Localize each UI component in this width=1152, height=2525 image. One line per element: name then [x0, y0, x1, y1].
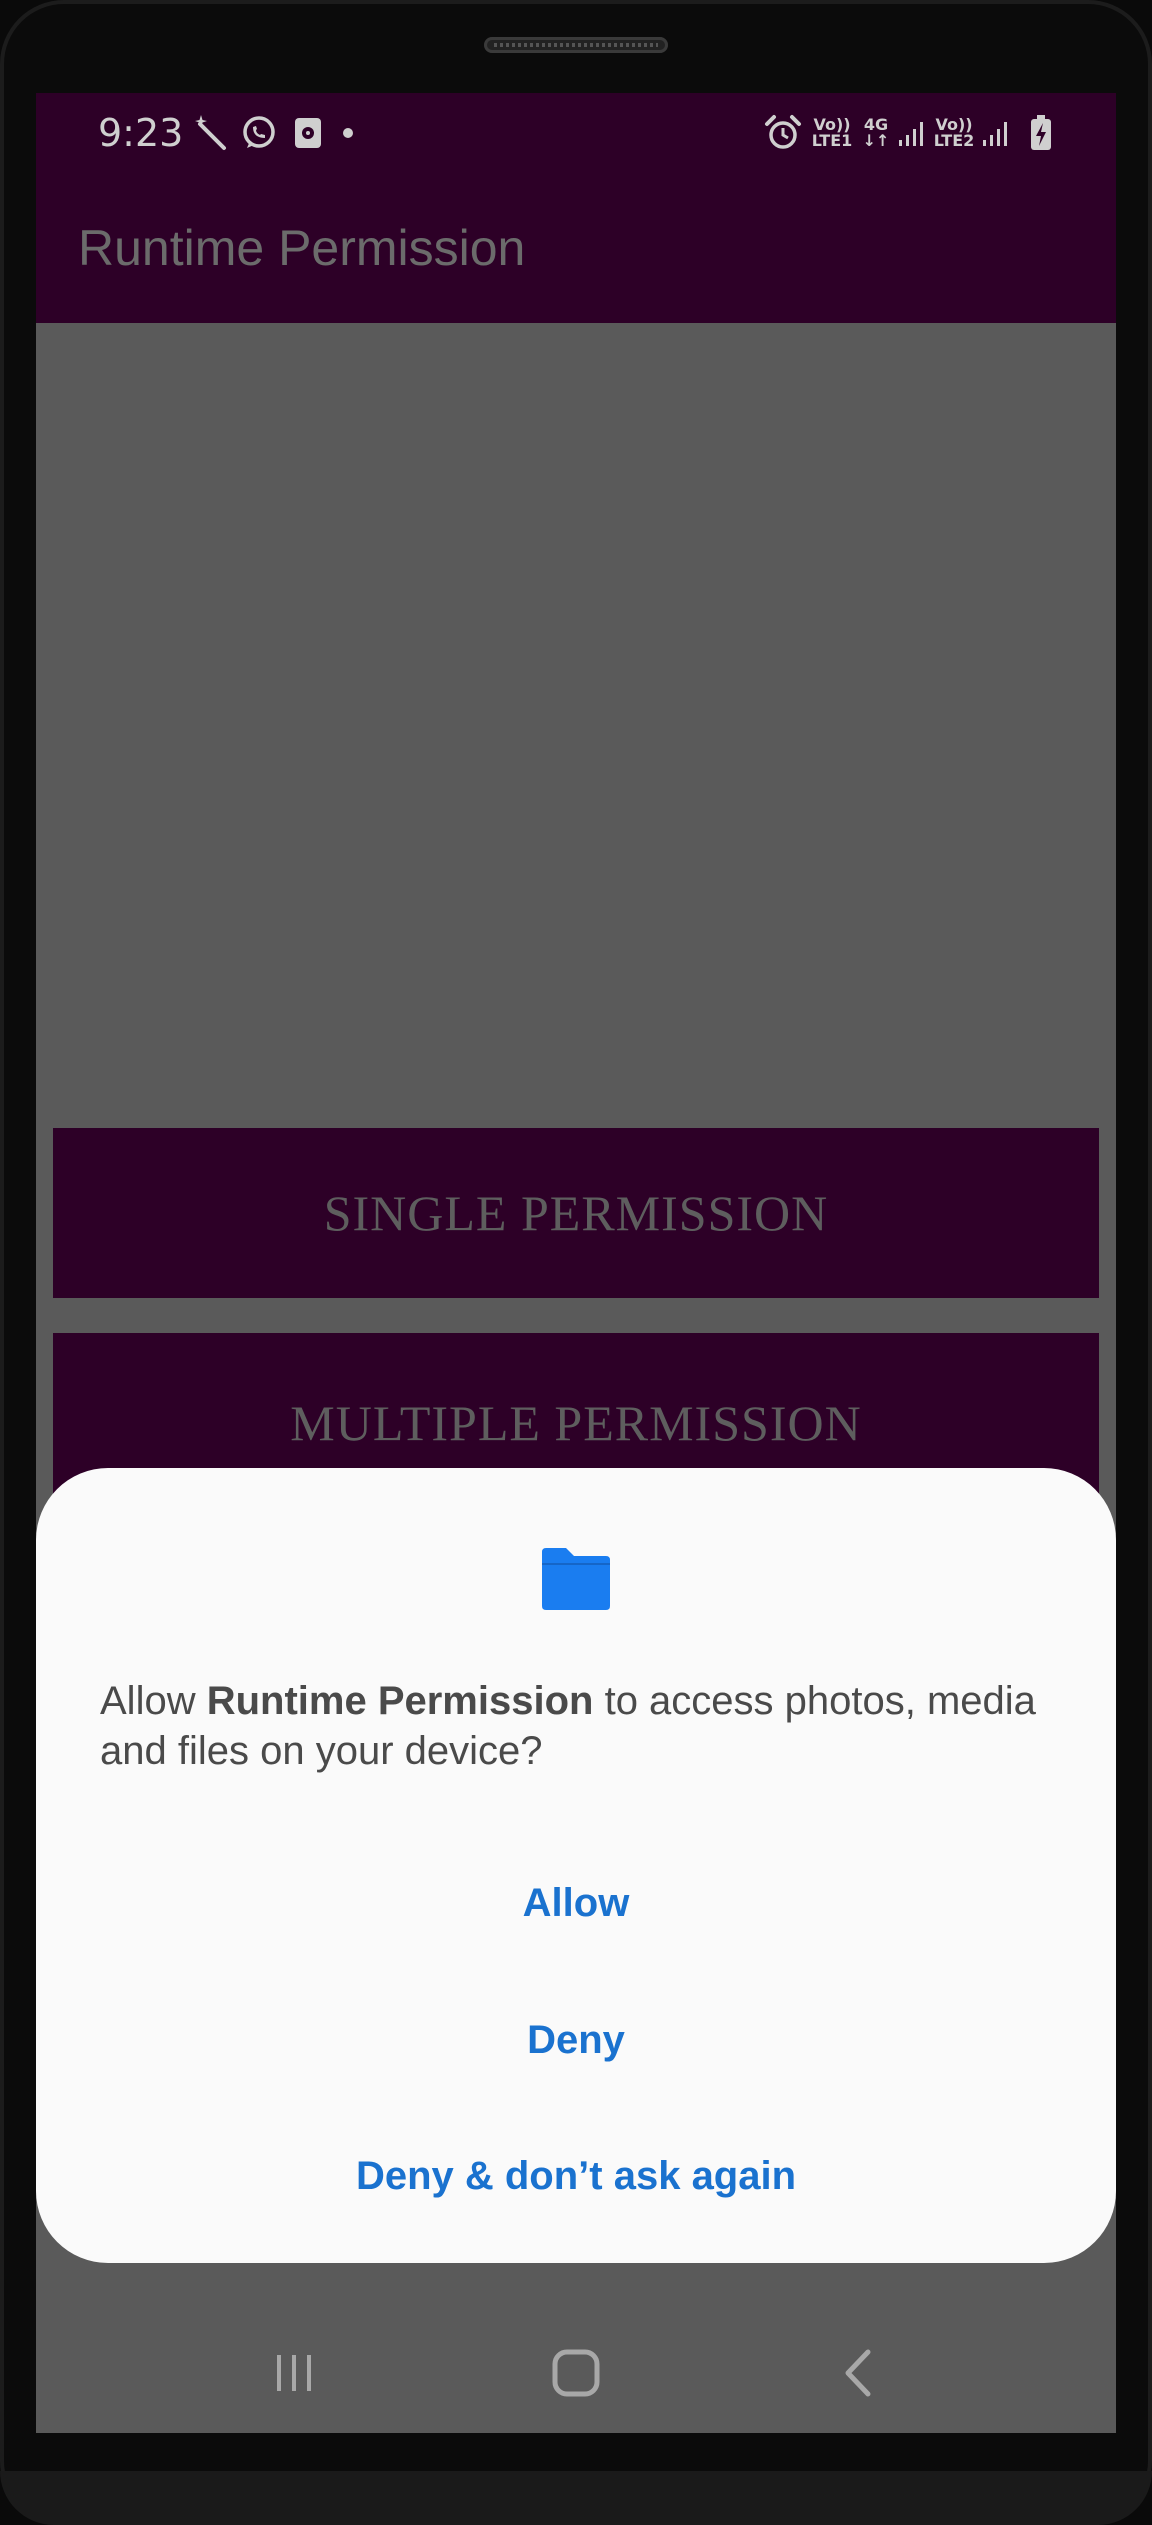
- app-bar: Runtime Permission: [36, 179, 1116, 323]
- deny-dont-ask-again-button[interactable]: Deny & don’t ask again: [36, 2121, 1116, 2231]
- dialog-app-name: Runtime Permission: [206, 1679, 594, 1723]
- dialog-message: Allow Runtime Permission to access photo…: [100, 1676, 1080, 1776]
- allow-button[interactable]: Allow: [36, 1848, 1116, 1958]
- recent-apps-icon[interactable]: [246, 2325, 342, 2421]
- volte-lte2-icon: Vo)) LTE2: [930, 113, 978, 153]
- app-title: Runtime Permission: [78, 220, 526, 276]
- phone-frame: 9:23 Vo)) LTE1 4G ↓↑ Vo)) LTE2 Runtime P…: [0, 0, 1152, 2525]
- alarm-icon: [762, 113, 804, 153]
- volte2-bottom-label: LTE2: [933, 131, 975, 150]
- magic-wand-icon: [190, 113, 232, 153]
- folder-icon: [538, 1546, 614, 1612]
- permission-dialog: Allow Runtime Permission to access photo…: [36, 1468, 1116, 2263]
- signal-icon: [896, 113, 928, 153]
- navigation-bar: [36, 2305, 1116, 2433]
- volte-lte1-icon: Vo)) LTE1: [808, 113, 856, 153]
- status-time: 9:23: [98, 111, 184, 155]
- bottom-bezel: [0, 2471, 1152, 2525]
- battery-charging-icon: [1026, 113, 1056, 153]
- signal-icon: [980, 113, 1012, 153]
- single-permission-button[interactable]: SINGLE PERMISSION: [53, 1128, 1099, 1298]
- deny-button[interactable]: Deny: [36, 1985, 1116, 2095]
- screen: 9:23 Vo)) LTE1 4G ↓↑ Vo)) LTE2 Runtime P…: [36, 93, 1116, 2433]
- status-bar: 9:23 Vo)) LTE1 4G ↓↑ Vo)) LTE2: [36, 93, 1116, 179]
- volte1-bottom-label: LTE1: [811, 131, 853, 150]
- whatsapp-icon: [238, 113, 280, 153]
- earpiece-speaker: [484, 37, 668, 53]
- storage-icon: [288, 113, 328, 153]
- home-icon[interactable]: [528, 2325, 624, 2421]
- back-icon[interactable]: [810, 2325, 906, 2421]
- dot-icon: [336, 113, 360, 153]
- data-arrows-icon: ↓↑: [862, 131, 890, 150]
- 4g-data-icon: 4G ↓↑: [858, 113, 894, 153]
- message-prefix: Allow: [100, 1679, 207, 1723]
